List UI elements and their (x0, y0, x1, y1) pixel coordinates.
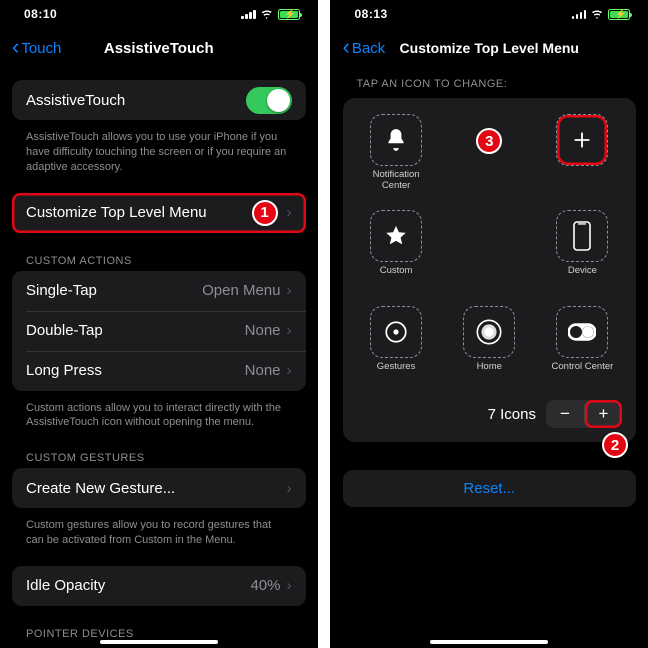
chevron-right-icon: › (287, 282, 292, 299)
assistivetouch-toggle-group: AssistiveTouch (12, 80, 306, 120)
status-indicators: ⚡ (241, 9, 300, 20)
customize-top-level-menu-group: Customize Top Level Menu › 1 (12, 193, 306, 233)
gestures-icon (370, 306, 422, 358)
control-center-icon (556, 306, 608, 358)
nav-bar: ‹ Touch AssistiveTouch (0, 28, 318, 68)
status-bar: 08:10 ⚡ (0, 0, 318, 28)
back-label: Touch (21, 40, 61, 57)
annotation-badge-2: 2 (602, 432, 628, 458)
toggle-label: AssistiveTouch (26, 92, 125, 109)
chevron-left-icon: ‹ (12, 36, 19, 58)
annotation-badge-3: 3 (476, 128, 502, 154)
home-icon (463, 306, 515, 358)
scroll-content[interactable]: AssistiveTouch AssistiveTouch allows you… (0, 68, 318, 648)
chevron-left-icon: ‹ (343, 36, 350, 58)
grid-cell-notification-center[interactable]: Notification Center (355, 114, 438, 200)
create-new-gesture-row[interactable]: Create New Gesture... › (12, 468, 306, 508)
idle-opacity-group: Idle Opacity 40%› (12, 566, 306, 606)
wifi-icon (590, 9, 604, 19)
icon-grid: Notification Center 3 (355, 114, 625, 392)
cellular-icon (241, 9, 256, 19)
star-icon (370, 210, 422, 262)
idle-opacity-row[interactable]: Idle Opacity 40%› (12, 566, 306, 606)
custom-gestures-group: Create New Gesture... › (12, 468, 306, 508)
chevron-right-icon: › (287, 204, 292, 221)
home-indicator[interactable] (430, 640, 548, 644)
custom-gestures-description: Custom gestures allow you to record gest… (12, 514, 306, 554)
toggle-switch[interactable] (246, 87, 292, 114)
chevron-right-icon: › (287, 362, 292, 379)
reset-button[interactable]: Reset... (343, 470, 637, 507)
icon-count-row: 7 Icons − + 2 (355, 392, 625, 432)
icon-grid-card: Notification Center 3 (343, 98, 637, 442)
grid-cell-empty: 3 (448, 114, 531, 200)
phone-left: 08:10 ⚡ ‹ Touch AssistiveTouch Assistive… (0, 0, 318, 648)
phone-right: 08:13 ⚡ ‹ Back Customize Top Level Menu … (330, 0, 648, 648)
long-press-row[interactable]: Long Press None› (12, 351, 306, 391)
custom-actions-header: CUSTOM ACTIONS (12, 239, 306, 271)
assistivetouch-toggle-row[interactable]: AssistiveTouch (12, 80, 306, 120)
status-time: 08:13 (355, 7, 388, 21)
customize-label: Customize Top Level Menu (26, 204, 207, 221)
grid-cell-gestures[interactable]: Gestures (355, 306, 438, 392)
grid-cell-blank (448, 210, 531, 296)
double-tap-row[interactable]: Double-Tap None› (12, 311, 306, 351)
assistivetouch-description: AssistiveTouch allows you to use your iP… (12, 126, 306, 181)
grid-cell-home[interactable]: Home (448, 306, 531, 392)
scroll-content[interactable]: TAP AN ICON TO CHANGE: Notification Cent… (331, 68, 648, 648)
back-button[interactable]: ‹ Back (337, 34, 392, 62)
cellular-icon (572, 9, 587, 19)
custom-actions-description: Custom actions allow you to interact dir… (12, 397, 306, 437)
annotation-badge-1: 1 (252, 200, 278, 226)
grid-cell-custom[interactable]: Custom (355, 210, 438, 296)
single-tap-row[interactable]: Single-Tap Open Menu› (12, 271, 306, 311)
chevron-right-icon: › (287, 577, 292, 594)
grid-cell-device[interactable]: Device (541, 210, 624, 296)
battery-icon: ⚡ (278, 9, 300, 20)
home-indicator[interactable] (100, 640, 218, 644)
bell-icon (370, 114, 422, 166)
back-label: Back (352, 40, 385, 57)
nav-bar: ‹ Back Customize Top Level Menu (331, 28, 648, 68)
icon-stepper: − + 2 (546, 400, 622, 428)
icon-count-label: 7 Icons (488, 406, 536, 423)
status-indicators: ⚡ (572, 9, 631, 20)
status-bar: 08:13 ⚡ (331, 0, 648, 28)
custom-actions-group: Single-Tap Open Menu› Double-Tap None› L… (12, 271, 306, 391)
back-button[interactable]: ‹ Touch (6, 34, 67, 62)
grid-cell-control-center[interactable]: Control Center (541, 306, 624, 392)
tap-icon-header: TAP AN ICON TO CHANGE: (343, 68, 637, 94)
device-icon (556, 210, 608, 262)
plus-icon (556, 114, 608, 166)
grid-cell-add-slot[interactable] (541, 114, 624, 200)
stepper-plus-button[interactable]: + (584, 400, 622, 428)
chevron-right-icon: › (287, 480, 292, 497)
chevron-right-icon: › (287, 322, 292, 339)
stepper-minus-button[interactable]: − (546, 400, 584, 428)
battery-icon: ⚡ (608, 9, 630, 20)
status-time: 08:10 (24, 7, 57, 21)
custom-gestures-header: CUSTOM GESTURES (12, 436, 306, 468)
wifi-icon (260, 9, 274, 19)
